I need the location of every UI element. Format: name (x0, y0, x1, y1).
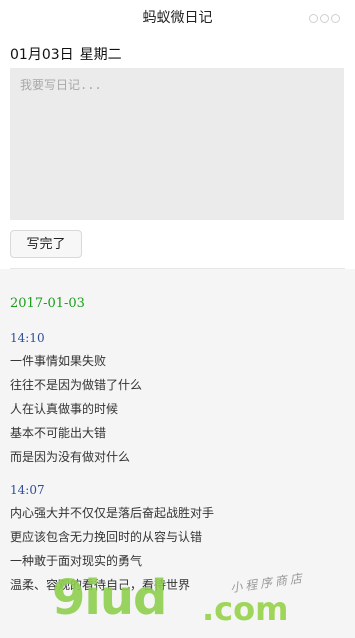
entry-line: 一件事情如果失败 (10, 354, 107, 368)
entry-time: 14:07 (10, 483, 45, 497)
weekday-label: 星期二 (79, 47, 122, 63)
watermark-logo: 9iud .com 小程序商店 (52, 570, 352, 636)
entry-time: 14:10 (10, 331, 45, 345)
diary-input[interactable]: 我要写日记... (10, 68, 344, 220)
watermark-domain: .com (202, 590, 289, 628)
diary-input-placeholder: 我要写日记... (20, 78, 102, 92)
entry-line: 人在认真做事的时候 (10, 402, 119, 416)
entry-line: 往往不是因为做错了什么 (10, 378, 143, 392)
current-date: 01月03日 星期二 (10, 44, 128, 64)
more-menu-icon[interactable] (309, 12, 345, 24)
entries-date: 2017-01-03 (10, 296, 85, 311)
entry-line: 一种敢于面对现实的勇气 (10, 554, 143, 568)
app-title: 蚂蚁微日记 (142, 10, 213, 26)
entry-line: 更应该包含无力挽回时的从容与认错 (10, 530, 203, 544)
done-button[interactable]: 写完了 (10, 230, 82, 258)
entry-line: 内心强大并不仅仅是落后奋起战胜对手 (10, 506, 215, 520)
entry-line: 基本不可能出大错 (10, 426, 107, 440)
watermark-main: 9iud (52, 570, 167, 626)
date-label: 01月03日 (10, 47, 74, 63)
entry-line: 而是因为没有做对什么 (10, 450, 131, 464)
